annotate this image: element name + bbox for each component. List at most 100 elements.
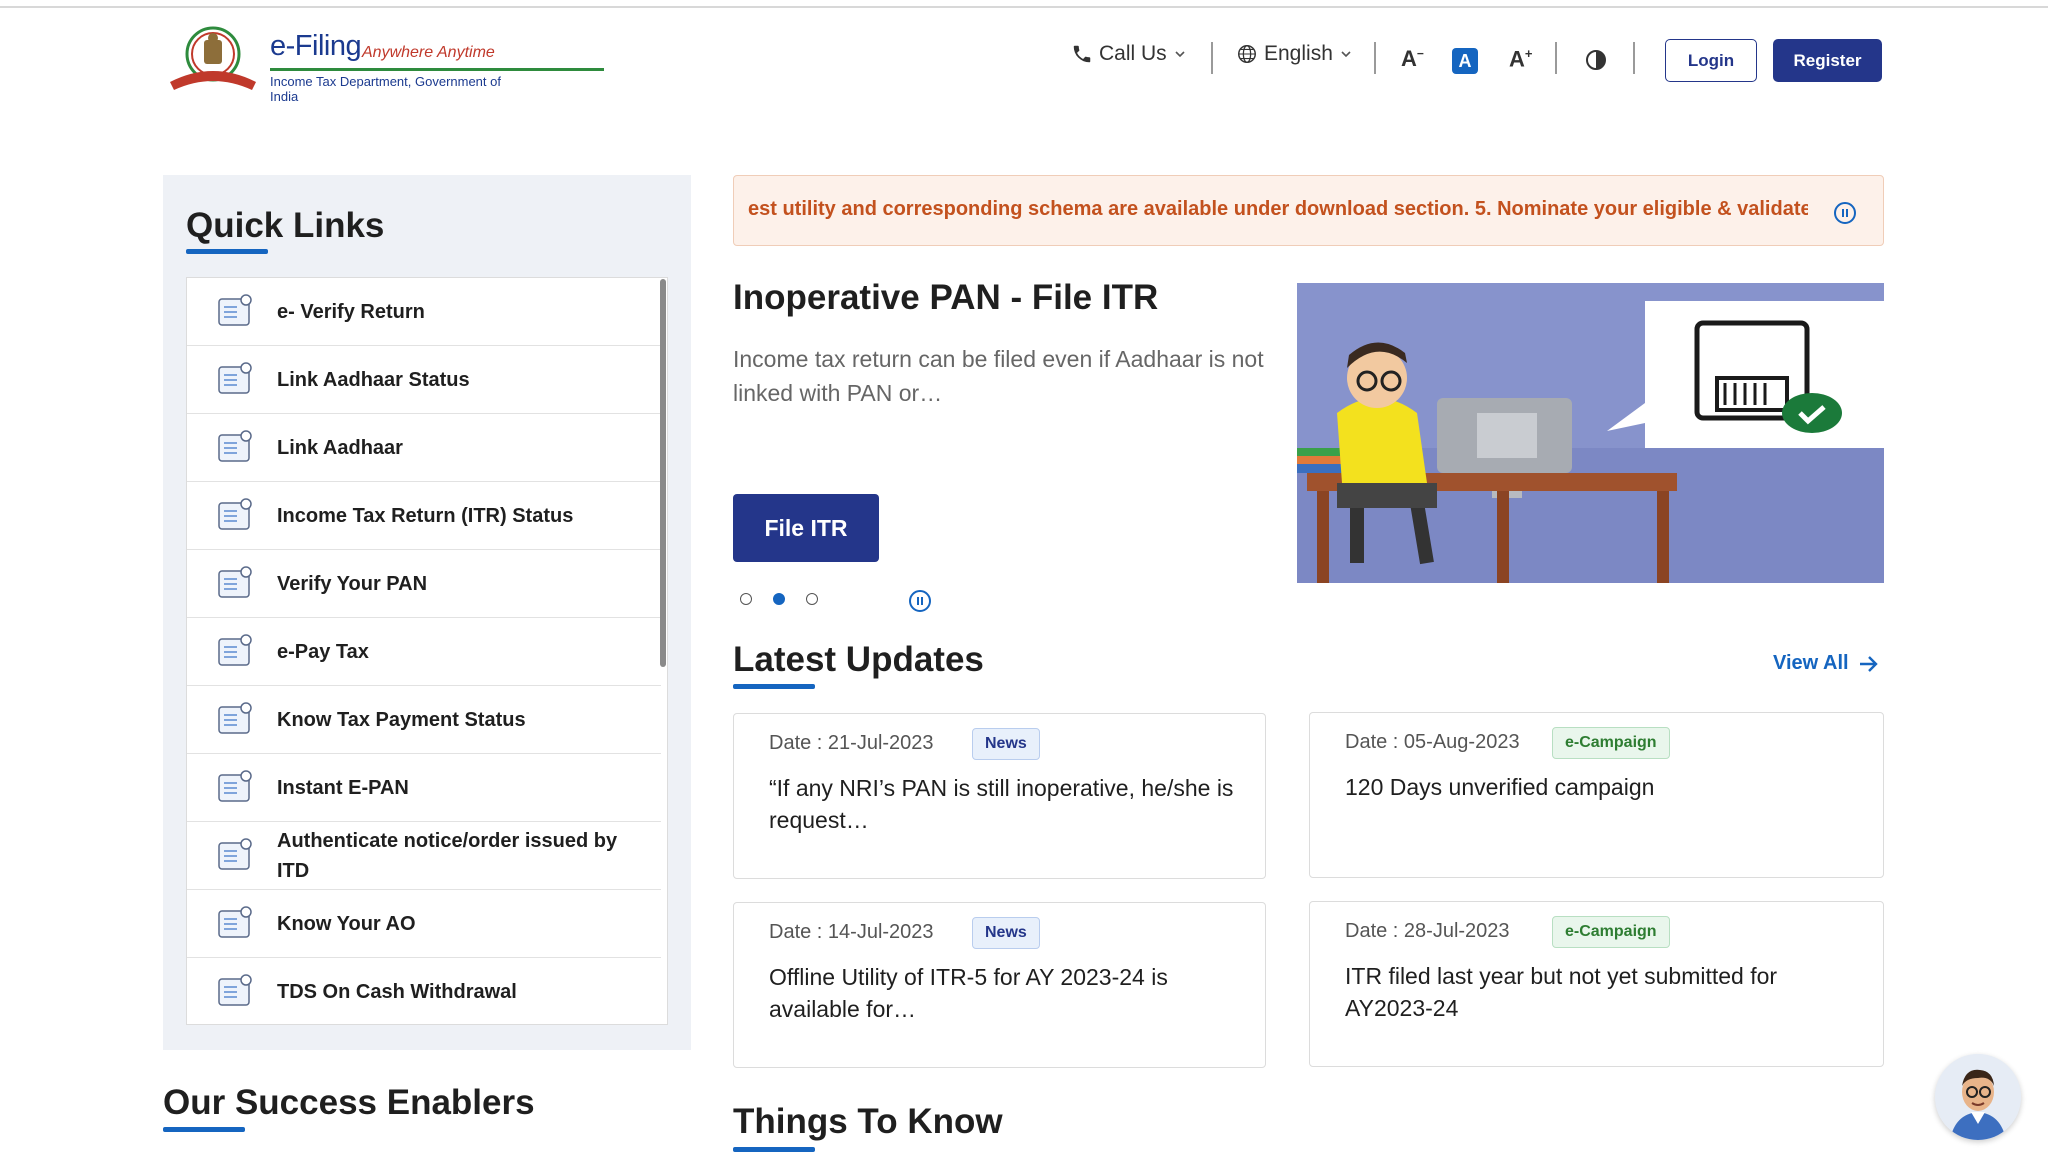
login-button[interactable]: Login (1665, 39, 1757, 82)
carousel-dot[interactable] (740, 593, 752, 605)
quick-link-item[interactable]: Link Aadhaar Status (187, 346, 661, 414)
quick-link-item[interactable]: Authenticate notice/order issued by ITD (187, 822, 661, 890)
quick-link-label: Income Tax Return (ITR) Status (277, 504, 574, 527)
register-button[interactable]: Register (1773, 39, 1882, 82)
quick-link-label: Link Aadhaar Status (277, 368, 470, 391)
quick-links-scrollbar[interactable] (660, 279, 666, 667)
title-underline (733, 1147, 815, 1152)
update-card[interactable]: Date : 14-Jul-2023 News Offline Utility … (733, 902, 1266, 1068)
ticker-text: est utility and corresponding schema are… (748, 198, 1808, 220)
phone-icon (1073, 45, 1091, 63)
carousel-dot-active[interactable] (773, 593, 785, 605)
chatbot-avatar-button[interactable] (1935, 1054, 2021, 1140)
cash-withdrawal-icon (218, 973, 252, 1006)
view-all-link[interactable]: View All (1773, 652, 1879, 675)
quick-link-label: e-Pay Tax (277, 640, 369, 663)
quick-link-item[interactable]: e- Verify Return (187, 278, 661, 346)
carousel-title: Inoperative PAN - File ITR (733, 278, 1159, 317)
latest-updates-title: Latest Updates (733, 640, 984, 679)
file-itr-button[interactable]: File ITR (733, 494, 879, 562)
quick-link-label: e- Verify Return (277, 300, 425, 323)
news-ticker: est utility and corresponding schema are… (733, 175, 1884, 246)
epan-icon (218, 769, 252, 802)
chevron-down-icon (1175, 51, 1185, 58)
news-badge: News (972, 728, 1040, 760)
update-card[interactable]: Date : 28-Jul-2023 e-Campaign ITR filed … (1309, 901, 1884, 1067)
header-divider (1555, 42, 1557, 74)
update-text: ITR filed last year but not yet submitte… (1345, 963, 1778, 1021)
aadhaar-card-icon (218, 361, 252, 394)
update-date: Date : 14-Jul-2023 (769, 921, 934, 943)
notice-icon (218, 837, 252, 870)
carousel-pause-icon[interactable] (909, 590, 931, 612)
quick-link-label: TDS On Cash Withdrawal (277, 980, 517, 1003)
font-increase-label: A (1509, 46, 1525, 72)
quick-link-label: Authenticate notice/order issued by ITD (277, 829, 618, 882)
pay-tax-icon (218, 633, 252, 666)
quick-link-label: Verify Your PAN (277, 572, 428, 595)
title-underline (733, 684, 815, 689)
aadhaar-card-icon (218, 429, 252, 462)
payment-status-icon (218, 701, 252, 734)
top-border (0, 6, 2048, 8)
emblem-icon (170, 26, 256, 90)
language-dropdown[interactable]: English (1236, 42, 1353, 66)
itr-status-icon (218, 497, 252, 530)
font-normal-button[interactable]: A (1452, 48, 1478, 74)
logo-subtitle: Income Tax Department, Government of Ind… (270, 74, 501, 104)
update-card[interactable]: Date : 21-Jul-2023 News “If any NRI’s PA… (733, 713, 1266, 879)
quick-link-item[interactable]: Verify Your PAN (187, 550, 661, 618)
campaign-badge: e-Campaign (1552, 727, 1670, 759)
language-label: English (1264, 42, 1333, 65)
update-text: 120 Days unverified campaign (1345, 774, 1655, 800)
title-underline (163, 1127, 245, 1132)
quick-link-item[interactable]: Know Your AO (187, 890, 661, 958)
carousel-illustration (1297, 283, 1884, 583)
quick-link-label: Know Tax Payment Status (277, 708, 526, 731)
update-text: “If any NRI’s PAN is still inoperative, … (769, 775, 1234, 833)
quick-link-label: Instant E-PAN (277, 776, 409, 799)
logo-title: e-Filing (270, 30, 362, 62)
header-divider (1633, 42, 1635, 74)
carousel-dot[interactable] (806, 593, 818, 605)
quick-link-item[interactable]: TDS On Cash Withdrawal (187, 958, 661, 1024)
quick-link-label: Know Your AO (277, 912, 416, 935)
arrow-right-icon (1859, 655, 1878, 672)
success-enablers-title: Our Success Enablers (163, 1083, 535, 1122)
quick-links-list[interactable]: e- Verify Return Link Aadhaar Status Link … (186, 277, 668, 1025)
font-decrease-label: A (1401, 46, 1417, 71)
contrast-icon[interactable] (1585, 49, 1607, 71)
verify-return-icon (218, 293, 252, 326)
quick-links-title: Quick Links (186, 206, 385, 245)
font-increase-button[interactable]: A+ (1509, 46, 1532, 72)
update-text: Offline Utility of ITR-5 for AY 2023-24 … (769, 964, 1168, 1022)
header-divider (1211, 42, 1213, 74)
logo-rule (270, 68, 604, 71)
efiling-logo[interactable]: e-Filing Anywhere Anytime Income Tax Dep… (166, 24, 604, 104)
news-badge: News (972, 917, 1040, 949)
call-us-label: Call Us (1099, 42, 1167, 65)
quick-link-item[interactable]: Instant E-PAN (187, 754, 661, 822)
call-us-dropdown[interactable]: Call Us (1071, 42, 1187, 66)
ticker-pause-icon[interactable] (1834, 202, 1856, 224)
update-date: Date : 21-Jul-2023 (769, 732, 934, 754)
carousel-description: Income tax return can be filed even if A… (733, 346, 1264, 406)
update-card[interactable]: Date : 05-Aug-2023 e-Campaign 120 Days u… (1309, 712, 1884, 878)
campaign-badge: e-Campaign (1552, 916, 1670, 948)
chatbot-avatar-icon (1935, 1054, 2021, 1140)
update-date: Date : 05-Aug-2023 (1345, 731, 1520, 753)
quick-link-item[interactable]: Income Tax Return (ITR) Status (187, 482, 661, 550)
chevron-down-icon (1341, 51, 1351, 58)
ao-icon (218, 905, 252, 938)
update-date: Date : 28-Jul-2023 (1345, 920, 1510, 942)
quick-link-item[interactable]: e-Pay Tax (187, 618, 661, 686)
logo-tagline: Anywhere Anytime (362, 44, 495, 61)
quick-link-item[interactable]: Link Aadhaar (187, 414, 661, 482)
font-decrease-button[interactable]: A− (1401, 46, 1424, 72)
header-divider (1374, 42, 1376, 74)
things-to-know-title: Things To Know (733, 1102, 1003, 1141)
quick-link-item[interactable]: Know Tax Payment Status (187, 686, 661, 754)
title-underline (186, 249, 268, 254)
view-all-label: View All (1773, 652, 1849, 674)
globe-icon (1238, 45, 1256, 63)
